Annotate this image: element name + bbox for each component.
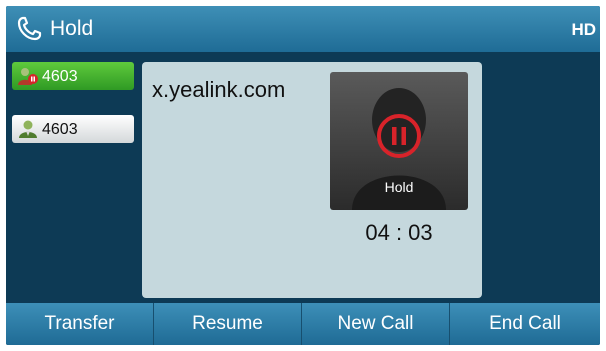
call-info-panel: x.yealink.com Hold 04 : 03: [142, 62, 482, 298]
contact-hold-icon: [18, 68, 38, 85]
phone-screen: Hold HD 4603 4603 x.yealink.com Hold 04 …: [6, 6, 600, 345]
line-key-held[interactable]: 4603: [12, 62, 134, 90]
transfer-button[interactable]: Transfer: [6, 303, 154, 345]
line-key-label: 4603: [42, 68, 78, 85]
resume-button[interactable]: Resume: [154, 303, 302, 345]
page-title: Hold: [50, 17, 94, 40]
end-call-button[interactable]: End Call: [450, 303, 600, 345]
handset-icon: [17, 16, 42, 41]
line-key-label: 4603: [42, 121, 78, 138]
line-key-2[interactable]: 4603: [12, 115, 134, 143]
contact-icon: [19, 120, 37, 138]
title-bar: Hold HD: [6, 6, 600, 52]
new-call-button[interactable]: New Call: [302, 303, 450, 345]
contact-photo: Hold: [330, 72, 468, 210]
hd-badge: HD: [571, 20, 596, 39]
hold-status-label: Hold: [384, 179, 414, 195]
call-duration: 04 : 03: [365, 220, 433, 245]
softkey-bar: Transfer Resume New Call End Call: [6, 303, 600, 345]
remote-party-name: x.yealink.com: [152, 77, 286, 102]
